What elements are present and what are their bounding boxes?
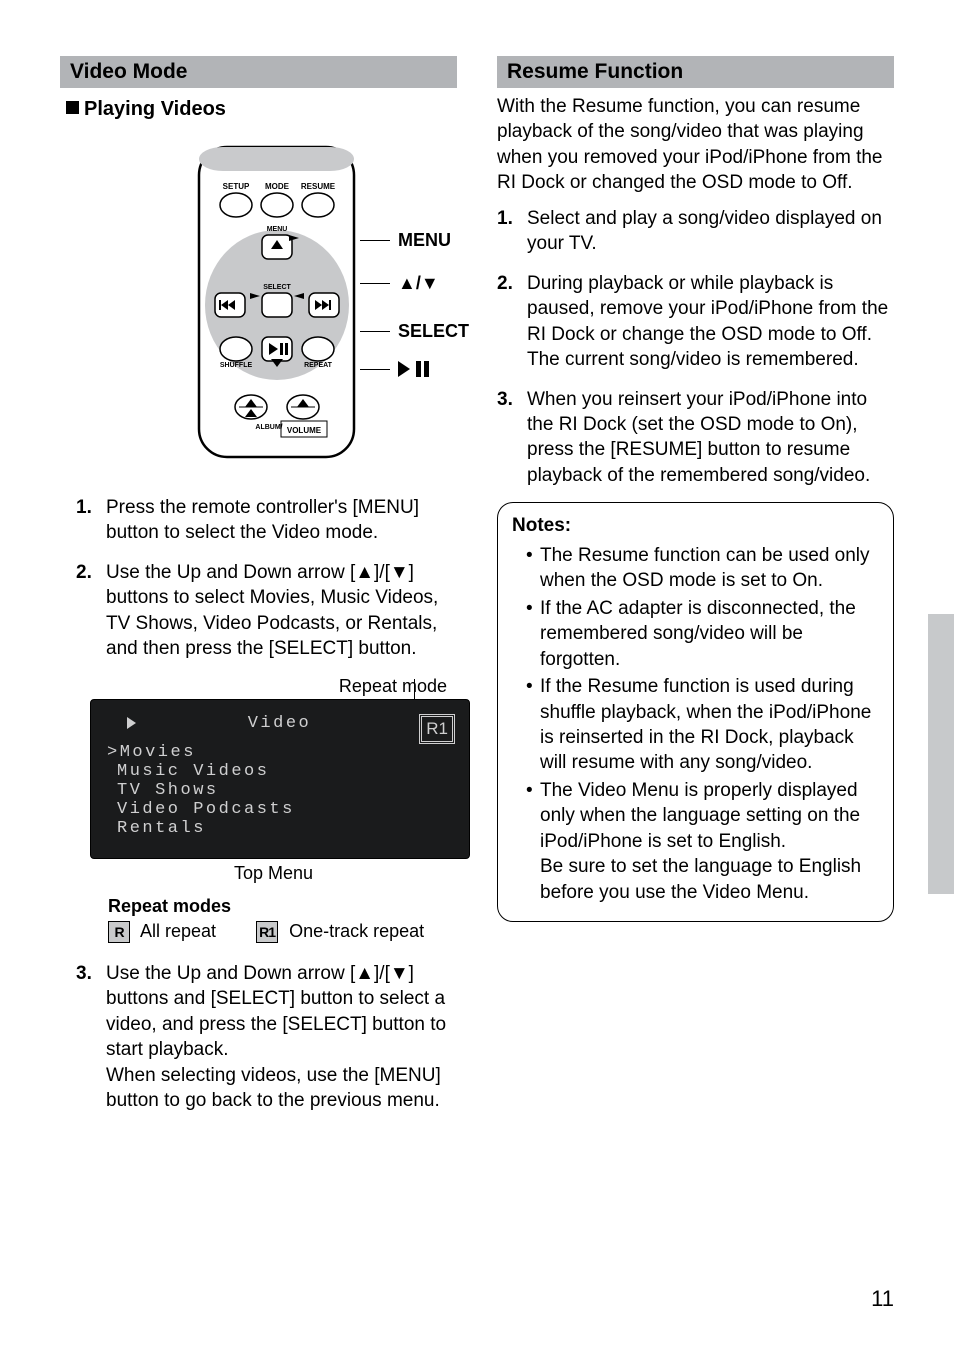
- svg-text:SELECT: SELECT: [263, 284, 291, 291]
- tv-item: Music Videos: [107, 762, 453, 781]
- note-item: If the AC adapter is disconnected, the r…: [526, 596, 879, 672]
- r-step-1: Select and play a song/video displayed o…: [505, 206, 894, 257]
- svg-text:MENU: MENU: [266, 226, 287, 233]
- tv-item: Video Podcasts: [107, 800, 453, 819]
- page-number: 11: [871, 1286, 894, 1312]
- r1-icon: R1: [256, 921, 278, 943]
- step-1: Press the remote controller's [MENU] but…: [84, 495, 457, 546]
- notes-box: Notes: The Resume function can be used o…: [497, 502, 894, 922]
- tv-item: Rentals: [107, 819, 453, 838]
- left-steps-2: Use the Up and Down arrow [▲]/[▼] button…: [60, 961, 457, 1114]
- repeat-modes-title: Repeat modes: [108, 896, 457, 917]
- svg-text:REPEAT: REPEAT: [304, 362, 333, 369]
- resume-function-heading: Resume Function: [497, 56, 894, 88]
- svg-text:ALBUM/: ALBUM/: [255, 424, 282, 431]
- resume-intro: With the Resume function, you can resume…: [497, 94, 894, 196]
- note-item: The Resume function can be used only whe…: [526, 543, 879, 594]
- callout-select: SELECT: [398, 321, 469, 342]
- callout-menu: MENU: [398, 230, 451, 251]
- svg-text:VOLUME: VOLUME: [286, 426, 321, 435]
- left-column: Video Mode Playing Videos SETUP MODE RES…: [60, 56, 457, 1127]
- step-2: Use the Up and Down arrow [▲]/[▼] button…: [84, 560, 457, 662]
- all-repeat-label: All repeat: [140, 921, 216, 941]
- tv-title: Video: [136, 714, 423, 733]
- side-tab: [928, 614, 954, 894]
- svg-text:MODE: MODE: [265, 182, 290, 191]
- notes-list: The Resume function can be used only whe…: [512, 543, 879, 905]
- r-step-2: During playback or while playback is pau…: [505, 271, 894, 373]
- top-menu-label: Top Menu: [90, 863, 457, 884]
- remote-figure: SETUP MODE RESUME MENU SELECT: [100, 145, 457, 465]
- callout-playpause: [398, 361, 434, 377]
- svg-text:SETUP: SETUP: [222, 182, 249, 191]
- remote-svg: SETUP MODE RESUME MENU SELECT: [189, 145, 369, 465]
- svg-text:RESUME: RESUME: [300, 182, 335, 191]
- playing-videos-subhead: Playing Videos: [60, 94, 457, 135]
- tv-item: TV Shows: [107, 781, 453, 800]
- tv-item: Movies: [107, 743, 453, 762]
- square-bullet-icon: [66, 101, 79, 114]
- notes-title: Notes:: [512, 513, 879, 538]
- r1-indicator: R1: [419, 714, 455, 744]
- note-item: The Video Menu is properly displayed onl…: [526, 778, 879, 905]
- r-icon: R: [108, 921, 130, 943]
- subhead-text: Playing Videos: [84, 98, 226, 120]
- left-steps-1: Press the remote controller's [MENU] but…: [60, 495, 457, 662]
- right-steps: Select and play a song/video displayed o…: [497, 206, 894, 489]
- right-column: Resume Function With the Resume function…: [497, 56, 894, 1127]
- svg-text:SHUFFLE: SHUFFLE: [219, 362, 252, 369]
- video-mode-heading: Video Mode: [60, 56, 457, 88]
- callout-arrows: ▲/▼: [398, 273, 439, 294]
- one-track-repeat-label: One-track repeat: [289, 921, 424, 941]
- r-step-3: When you reinsert your iPod/iPhone into …: [505, 387, 894, 489]
- repeat-mode-label: Repeat mode: [60, 676, 447, 697]
- note-item: If the Resume function is used during sh…: [526, 674, 879, 776]
- play-icon: [127, 717, 136, 729]
- tv-screenshot: Video R1 Movies Music Videos TV Shows Vi…: [90, 699, 470, 859]
- step-3: Use the Up and Down arrow [▲]/[▼] button…: [84, 961, 457, 1114]
- repeat-modes-row: R All repeat R1 One-track repeat: [108, 921, 457, 943]
